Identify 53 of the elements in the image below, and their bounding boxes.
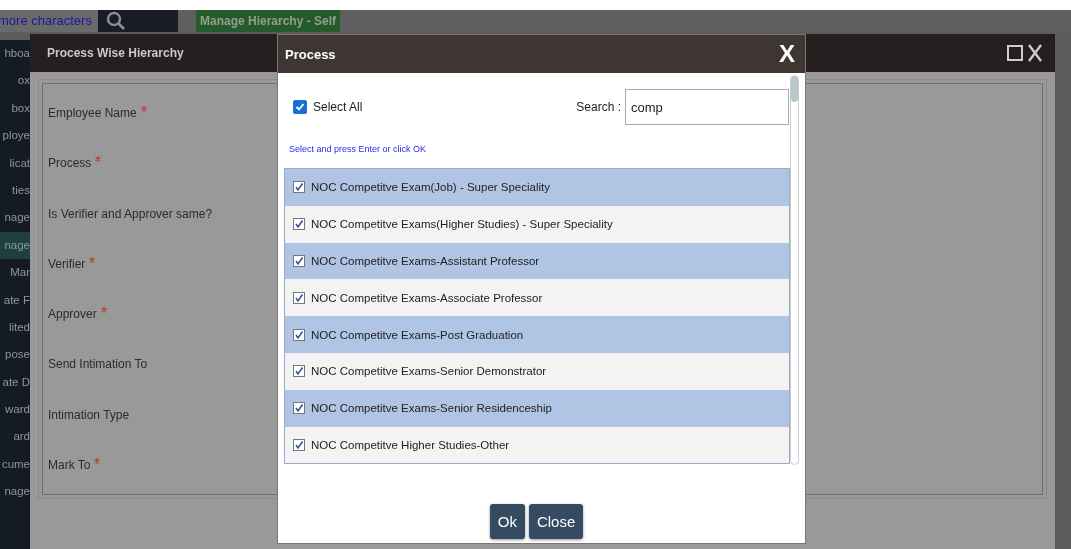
select-all-checkbox[interactable]	[293, 100, 307, 114]
field-label: Is Verifier and Approver same?	[48, 206, 213, 221]
window-title: Process Wise Hierarchy	[47, 46, 184, 60]
dialog-title: Process	[285, 46, 337, 62]
checkbox[interactable]	[293, 291, 305, 304]
checkbox[interactable]	[293, 438, 305, 451]
field-label: Mark To	[48, 457, 91, 472]
checkbox[interactable]	[293, 181, 305, 194]
field-label: Employee Name	[48, 106, 137, 121]
field-label: Approver	[48, 307, 97, 322]
process-item-label[interactable]: NOC Competitve Exams-Assistant Professor	[311, 255, 540, 267]
process-item-label[interactable]: NOC Competitve Exam(Job) - Super Speciality	[311, 181, 551, 194]
sidebar-item[interactable]: cume	[0, 450, 30, 479]
checkbox[interactable]	[293, 255, 305, 267]
sidebar-item[interactable]: pose	[0, 341, 30, 369]
checkbox[interactable]	[293, 218, 305, 231]
checkbox[interactable]	[293, 365, 305, 378]
sidebar-item[interactable]: ward	[0, 396, 30, 424]
sidebar-item[interactable]: lited	[0, 313, 30, 342]
sidebar-item[interactable]: ties	[0, 176, 30, 205]
sidebar-item[interactable]: ard	[0, 423, 30, 451]
close-icon[interactable]	[1027, 44, 1043, 62]
sidebar-item[interactable]: ate F	[0, 286, 30, 314]
field-label: Verifier	[48, 256, 86, 271]
sidebar-item[interactable]: ploye	[0, 122, 30, 150]
process-item-label[interactable]: NOC Competitve Higher Studies-Other	[311, 438, 510, 451]
sidebar-item[interactable]: nage	[0, 231, 30, 260]
process-item-label[interactable]: NOC Competitve Exams-Post Graduation	[311, 328, 524, 341]
sidebar-item[interactable]: nage	[0, 204, 30, 232]
search-field[interactable]: comp	[625, 89, 789, 125]
checkbox[interactable]	[293, 328, 305, 341]
sidebar-item[interactable]: hboa	[0, 40, 30, 68]
field-label: Process	[48, 156, 92, 171]
process-item-label[interactable]: NOC Competitve Exams-Senior Residenceship	[311, 402, 552, 415]
maximize-icon[interactable]	[1007, 45, 1023, 61]
close-button[interactable]: X	[779, 42, 795, 66]
sidebar-item[interactable]: ate D	[0, 368, 30, 397]
select-all-label: Select All	[313, 100, 363, 114]
process-item-label[interactable]: NOC Competitve Exams-Senior Demonstrator	[311, 365, 547, 378]
sidebar-item[interactable]: ox	[0, 67, 30, 95]
sidebar-item[interactable]: Mar	[0, 259, 30, 287]
hint-text: Select and press Enter or click OK	[288, 144, 428, 154]
ok-button[interactable]: Ok	[489, 504, 525, 540]
field-label: Send Intimation To	[48, 357, 148, 372]
sidebar-item[interactable]: box	[0, 94, 30, 123]
search-label: Search :	[576, 100, 621, 114]
search-icon[interactable]	[106, 11, 126, 31]
sidebar-item[interactable]: licat	[0, 149, 30, 177]
field-label: Intimation Type	[48, 407, 130, 422]
close-button[interactable]: Close	[528, 504, 584, 540]
process-item-label[interactable]: NOC Competitve Exams-Associate Professor	[311, 291, 543, 304]
sidebar-item[interactable]: nage	[0, 478, 30, 506]
checkbox[interactable]	[293, 402, 305, 415]
